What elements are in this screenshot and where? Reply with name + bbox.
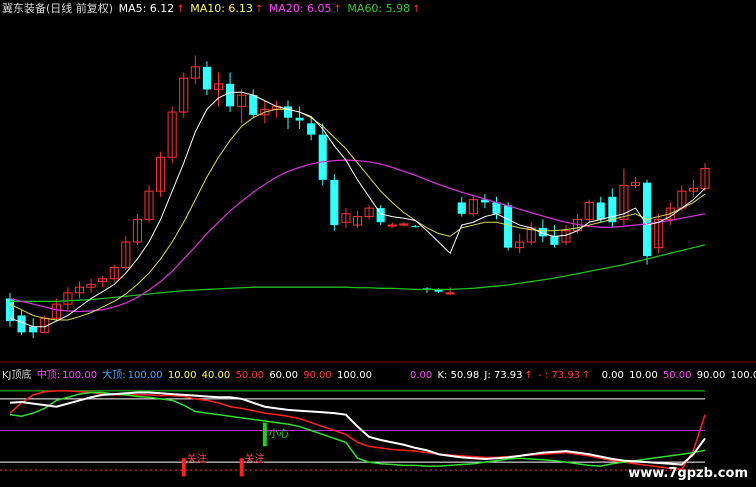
value-60: 60.00: [269, 370, 298, 381]
candle-body: [295, 117, 304, 121]
candle-body: [249, 95, 258, 115]
mid-top-label: 中顶:: [36, 370, 61, 381]
big-top-value: 100.00: [127, 370, 163, 381]
j-value: J: 73.93: [484, 370, 523, 381]
up-arrow-icon: ↑: [582, 370, 591, 381]
candle-body: [434, 290, 443, 292]
k-value: K: 50.98: [437, 370, 480, 381]
indicator-name: KJ顶底: [2, 370, 32, 381]
value-90: 90.00: [303, 370, 332, 381]
signal-label: 关注: [187, 452, 207, 465]
candle-body: [387, 224, 397, 227]
value-r4: 90.00: [696, 370, 726, 381]
signal-label: 关注: [245, 452, 265, 465]
dash-value: - : 73.93: [538, 370, 581, 381]
k-line: [9, 391, 706, 466]
signal-line-green: [9, 391, 706, 467]
value-r3: 50.00: [662, 370, 692, 381]
ma5-label: MA5: 6.12: [118, 2, 175, 15]
ma20-label: MA20: 6.05: [268, 2, 332, 15]
ma20-line: [9, 159, 706, 313]
big-top-label: 大顶:: [102, 370, 126, 381]
value-r5: 100.00: [730, 370, 756, 381]
up-arrow-icon: ↑: [412, 4, 421, 15]
candle-body: [226, 83, 235, 107]
candle-body: [445, 292, 455, 295]
indicator-header-right: 0.00 K: 50.98 J: 73.93 ↑ - : 73.93 ↑ 0.00 …: [410, 369, 756, 382]
up-arrow-icon: ↑: [333, 4, 342, 15]
candle-body: [596, 202, 605, 220]
ma10-label: MA10: 6.13: [190, 2, 253, 15]
signal-bar: [262, 422, 267, 447]
indicator-header: KJ顶底 中顶: 100.00 大顶: 100.00 10.00 40.00 50.…: [2, 369, 374, 382]
candle-body: [29, 326, 38, 333]
candle-body: [411, 226, 420, 228]
watermark: www.7gpzb.com: [628, 466, 748, 481]
value-r0: 0.00: [410, 370, 433, 381]
up-arrow-icon: ↑: [176, 4, 185, 15]
value-r2: 10.00: [629, 370, 658, 381]
signal-bar: [239, 458, 244, 477]
value-10: 10.00: [167, 370, 197, 381]
chart-root: 关注 关注 小心 冀东装备(日线 前复权) MA5: 6.12 ↑ MA10: 6.1…: [0, 0, 756, 487]
signal-label: 小心: [269, 428, 289, 440]
up-arrow-icon: ↑: [254, 4, 264, 15]
value-50: 50.00: [235, 370, 265, 381]
candle-body: [330, 179, 339, 226]
candle-body: [550, 236, 559, 245]
price-chart: 关注 关注小心: [0, 55, 756, 477]
candle-body: [504, 205, 513, 248]
candle-body: [457, 202, 466, 214]
value-40: 40.00: [201, 370, 231, 381]
candle-body: [17, 315, 26, 333]
candle-body: [202, 66, 211, 90]
price-header: 冀东装备(日线 前复权) MA5: 6.12 ↑ MA10: 6.13 ↑ MA20…: [2, 2, 423, 16]
value-100: 100.00: [336, 370, 372, 381]
signal-bar: [181, 458, 186, 477]
candle-body: [318, 134, 327, 180]
mid-top-value: 100.00: [62, 370, 98, 381]
candle-body: [307, 123, 316, 135]
stock-title: 冀东装备(日线 前复权): [2, 2, 114, 15]
value-r1: 0.00: [601, 370, 624, 381]
up-arrow-icon: ↑: [524, 370, 533, 381]
candle-body: [492, 202, 501, 214]
ma60-label: MA60: 5.98: [347, 2, 411, 15]
